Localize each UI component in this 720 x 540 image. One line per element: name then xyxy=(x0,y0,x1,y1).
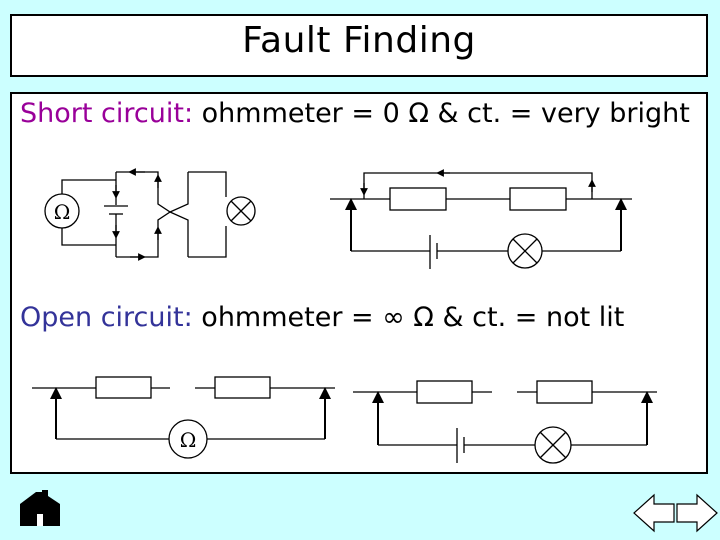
resistor-1 xyxy=(95,376,152,399)
circuit-diagrams: Ω Ω xyxy=(32,168,657,464)
short-circuit-series-diagram xyxy=(330,169,632,269)
ohmmeter-symbol: Ω xyxy=(54,200,71,224)
resistor-2 xyxy=(509,187,567,211)
resistor-1 xyxy=(416,380,473,404)
resistor-1 xyxy=(389,187,447,211)
short-circuit-meter-diagram xyxy=(44,168,256,261)
back-button[interactable] xyxy=(632,493,676,533)
home-button[interactable] xyxy=(18,490,62,528)
ohmmeter-symbol: Ω xyxy=(180,428,197,452)
forward-arrow-icon xyxy=(676,493,718,533)
back-arrow-icon xyxy=(633,493,675,533)
resistor-2 xyxy=(536,380,593,404)
resistor-2 xyxy=(214,376,271,399)
forward-button[interactable] xyxy=(675,493,719,533)
open-circuit-series-diagram xyxy=(353,380,657,464)
